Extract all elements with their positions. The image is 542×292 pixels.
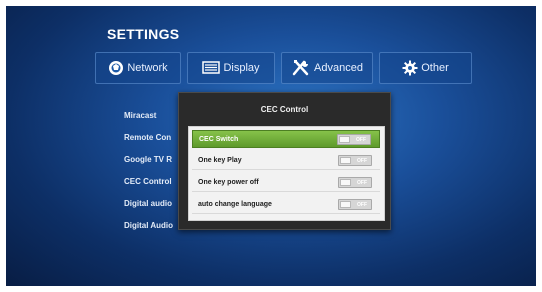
toggle-state: OFF — [357, 158, 367, 164]
toggle-one-key-play[interactable]: OFF — [338, 155, 372, 166]
tab-display[interactable]: Display — [187, 52, 275, 84]
toggle-one-key-power-off[interactable]: OFF — [338, 177, 372, 188]
menu-item-remote-control[interactable]: Remote Con — [124, 133, 171, 142]
tab-network-label: Network — [127, 62, 168, 74]
menu-item-digital-audio[interactable]: Digital audio — [124, 199, 172, 208]
tab-display-label: Display — [223, 62, 260, 74]
toggle-cec-switch[interactable]: OFF — [337, 134, 371, 145]
settings-screen: SETTINGS Network Display Advanced Other … — [6, 6, 536, 286]
gear-icon — [402, 60, 418, 76]
tab-other[interactable]: Other — [379, 52, 472, 84]
menu-item-digital-audio-output[interactable]: Digital Audio — [124, 221, 173, 230]
toggle-state: OFF — [357, 180, 367, 186]
row-cec-switch[interactable]: CEC Switch OFF — [192, 130, 380, 148]
toggle-auto-change-language[interactable]: OFF — [338, 199, 372, 210]
tab-advanced-label: Advanced — [314, 62, 363, 74]
row-label: One key power off — [198, 179, 259, 186]
row-auto-change-language[interactable]: auto change language OFF — [192, 196, 380, 214]
menu-item-google-tv-remote[interactable]: Google TV R — [124, 155, 172, 164]
tab-advanced[interactable]: Advanced — [281, 52, 373, 84]
menu-item-miracast[interactable]: Miracast — [124, 111, 156, 120]
toggle-state: OFF — [357, 202, 367, 208]
tab-other-label: Other — [421, 62, 449, 74]
toggle-knob — [340, 179, 351, 186]
network-icon — [108, 60, 124, 76]
toggle-knob — [339, 136, 350, 143]
row-label: auto change language — [198, 201, 272, 208]
tools-icon — [291, 59, 311, 77]
row-label: One key Play — [198, 157, 242, 164]
tab-network[interactable]: Network — [95, 52, 181, 84]
row-one-key-play[interactable]: One key Play OFF — [192, 152, 380, 170]
row-one-key-power-off[interactable]: One key power off OFF — [192, 174, 380, 192]
page-title: SETTINGS — [107, 26, 180, 42]
toggle-state: OFF — [356, 137, 366, 143]
cec-control-dialog: CEC Control CEC Switch OFF One key Play … — [178, 92, 391, 230]
toggle-knob — [340, 157, 351, 164]
toggle-knob — [340, 201, 351, 208]
display-icon — [202, 61, 221, 75]
row-label: CEC Switch — [199, 136, 239, 143]
cec-options-list: CEC Switch OFF One key Play OFF One key … — [188, 126, 385, 221]
menu-item-cec-control[interactable]: CEC Control — [124, 177, 172, 186]
dialog-title: CEC Control — [260, 105, 309, 114]
